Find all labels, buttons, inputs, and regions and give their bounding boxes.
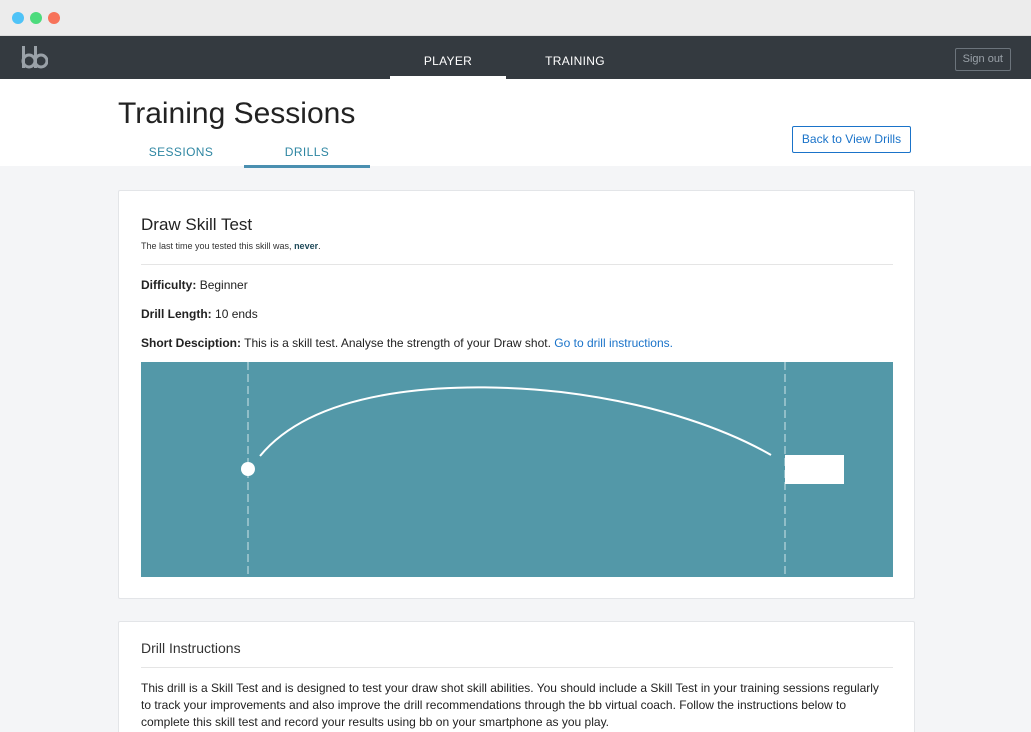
last-tested-text: The last time you tested this skill was,… [141, 241, 321, 251]
sign-out-button[interactable]: Sign out [954, 48, 1011, 71]
divider [141, 264, 893, 265]
difficulty-value: Beginner [199, 278, 248, 292]
drill-length-value: 10 ends [215, 307, 258, 321]
drill-length-field: Drill Length: 10 ends [141, 307, 258, 321]
difficulty-field: Difficulty: Beginner [141, 278, 248, 292]
target-mat-icon [785, 455, 844, 484]
drill-card: Draw Skill Test The last time you tested… [118, 190, 915, 599]
short-description-field: Short Desciption: This is a skill test. … [141, 336, 673, 350]
bowl-start-icon [241, 462, 255, 476]
instructions-card: Drill Instructions This drill is a Skill… [118, 621, 915, 732]
difficulty-label: Difficulty: [141, 278, 197, 292]
last-tested-value: never [294, 241, 319, 251]
go-to-instructions-link[interactable]: Go to drill instructions. [554, 336, 673, 350]
page-title: Training Sessions [118, 97, 356, 130]
window-close-button[interactable] [48, 12, 60, 24]
top-navbar: PLAYER PROFILE TRAINING SESSIONS Sign ou… [0, 36, 1031, 118]
short-description-value: This is a skill test. Analyse the streng… [244, 336, 551, 350]
page-header: Training Sessions SESSIONS DRILLS Back t… [0, 79, 1031, 168]
tab-drills[interactable]: DRILLS [244, 139, 370, 168]
back-to-view-drills-button[interactable]: Back to View Drills [792, 126, 911, 153]
drill-length-label: Drill Length: [141, 307, 212, 321]
window-titlebar [0, 0, 1031, 36]
nav-training-sessions[interactable]: TRAINING SESSIONS [508, 36, 642, 118]
window-maximize-button[interactable] [30, 12, 42, 24]
tab-sessions[interactable]: SESSIONS [118, 139, 244, 168]
nav-player-profile[interactable]: PLAYER PROFILE [390, 36, 506, 118]
instructions-title: Drill Instructions [141, 640, 241, 656]
divider [141, 667, 893, 668]
last-tested-suffix: . [318, 241, 321, 251]
last-tested-prefix: The last time you tested this skill was, [141, 241, 295, 251]
window-button-blue[interactable] [12, 12, 24, 24]
bb-logo-icon[interactable] [20, 45, 48, 71]
short-description-label: Short Desciption: [141, 336, 242, 350]
instructions-body: This drill is a Skill Test and is design… [141, 681, 879, 729]
drill-title: Draw Skill Test [141, 215, 253, 234]
drill-diagram [141, 362, 893, 577]
